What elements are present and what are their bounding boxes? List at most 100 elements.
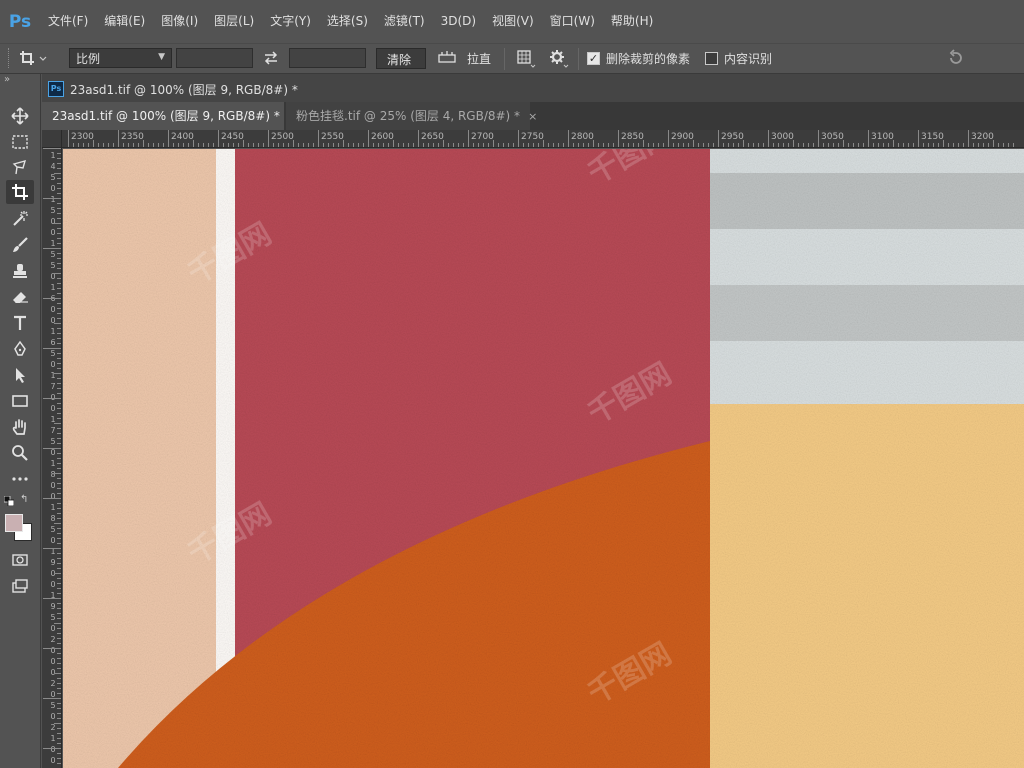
document-canvas[interactable]: 千图网 千图网 千图网 千图网 千图网 <box>63 149 1024 768</box>
move-tool-icon[interactable] <box>6 104 34 128</box>
menu-image[interactable]: 图像(I) <box>153 0 206 43</box>
ruler-minor-tick <box>57 458 61 459</box>
ruler-minor-tick <box>43 298 61 299</box>
zoom-tool-icon[interactable] <box>6 441 34 465</box>
ruler-minor-tick <box>103 143 104 147</box>
ruler-label: 0 <box>50 404 56 413</box>
menu-help[interactable]: 帮助(H) <box>603 0 661 43</box>
ruler-minor-tick <box>588 143 589 147</box>
ruler-minor-tick <box>648 143 649 147</box>
width-field[interactable] <box>176 48 253 68</box>
swap-icon[interactable] <box>262 47 280 75</box>
stamp-icon[interactable] <box>6 259 34 283</box>
straighten-label[interactable]: 拉直 <box>467 48 491 70</box>
screen-mode-icon[interactable] <box>6 574 34 598</box>
ruler-minor-tick <box>733 143 734 147</box>
ruler-minor-tick <box>57 353 61 354</box>
ruler-minor-tick <box>888 143 889 147</box>
ruler-minor-tick <box>813 143 814 147</box>
gear-icon[interactable] <box>548 47 570 75</box>
ruler-minor-tick <box>57 758 61 759</box>
ruler-minor-tick <box>473 143 474 147</box>
default-colors-icon[interactable] <box>3 495 15 507</box>
ruler-minor-tick <box>57 408 61 409</box>
ruler-origin[interactable] <box>42 130 62 148</box>
vertical-ruler[interactable]: 1450150015501600165017001750180018501900… <box>42 148 62 768</box>
tab-pink-tapestry[interactable]: 粉色挂毯.tif @ 25% (图层 4, RGB/8#) * × <box>286 102 537 130</box>
quick-mask-icon[interactable] <box>6 548 34 572</box>
ratio-select[interactable]: 比例 ▼ <box>69 48 172 68</box>
menu-type[interactable]: 文字(Y) <box>262 0 319 43</box>
ruler-minor-tick <box>553 143 554 147</box>
menu-edit[interactable]: 编辑(E) <box>96 0 153 43</box>
rectangle-tool-icon[interactable] <box>6 389 34 413</box>
ruler-minor-tick <box>57 233 61 234</box>
ruler-minor-tick <box>158 143 159 147</box>
ruler-minor-tick <box>248 143 249 147</box>
ruler-label: 2 <box>50 635 56 644</box>
straighten-icon[interactable] <box>437 47 457 75</box>
menu-view[interactable]: 视图(V) <box>484 0 542 43</box>
ruler-minor-tick <box>57 618 61 619</box>
ruler-minor-tick <box>57 278 61 279</box>
tab-23asd1[interactable]: 23asd1.tif @ 100% (图层 9, RGB/8#) *× <box>42 102 297 130</box>
ruler-minor-tick <box>593 140 594 147</box>
crop-tool-icon[interactable] <box>6 180 34 204</box>
delete-cropped-label[interactable]: 删除裁剪的像素 <box>606 48 690 70</box>
ruler-minor-tick <box>57 333 61 334</box>
crop-overlay-icon[interactable] <box>514 47 536 75</box>
foreground-color-swatch[interactable] <box>5 514 23 532</box>
ruler-minor-tick <box>933 143 934 147</box>
ruler-minor-tick <box>928 143 929 147</box>
ruler-minor-tick <box>57 178 61 179</box>
ruler-minor-tick <box>603 143 604 147</box>
collapse-panel-icon[interactable]: » <box>4 74 10 85</box>
clear-button[interactable]: 清除 <box>376 48 426 69</box>
hand-tool-icon[interactable] <box>6 415 34 439</box>
ruler-minor-tick <box>57 483 61 484</box>
ruler-minor-tick <box>57 153 61 154</box>
menu-select[interactable]: 选择(S) <box>319 0 376 43</box>
tab-label: 23asd1.tif @ 100% (图层 9, RGB/8#) * <box>52 109 280 123</box>
content-aware-label[interactable]: 内容识别 <box>724 48 772 70</box>
height-field[interactable] <box>289 48 366 68</box>
ruler-minor-tick <box>688 143 689 147</box>
crop-preset-icon[interactable] <box>18 47 48 75</box>
ruler-minor-tick <box>628 143 629 147</box>
options-grip[interactable] <box>8 48 11 68</box>
ruler-minor-tick <box>538 143 539 147</box>
menu-window[interactable]: 窗口(W) <box>542 0 603 43</box>
ruler-minor-tick <box>43 398 61 399</box>
ruler-minor-tick <box>57 568 61 569</box>
ruler-minor-tick <box>57 203 61 204</box>
marquee-tool-icon[interactable] <box>6 130 34 154</box>
menu-layer[interactable]: 图层(L) <box>206 0 262 43</box>
magic-wand-icon[interactable] <box>6 207 34 231</box>
horizontal-ruler[interactable]: 2300 2350 2400 2450 2500 2550 2600 2650 2700 2750… <box>62 130 1024 148</box>
ruler-minor-tick <box>683 143 684 147</box>
ruler-label: 2700 <box>471 132 494 142</box>
ruler-label: 0 <box>50 657 56 666</box>
ruler-minor-tick <box>57 743 61 744</box>
path-select-icon[interactable] <box>6 363 34 387</box>
reset-icon[interactable] <box>946 47 966 75</box>
delete-cropped-checkbox[interactable]: ✓ <box>587 52 600 65</box>
pen-tool-icon[interactable] <box>6 337 34 361</box>
menu-3d[interactable]: 3D(D) <box>433 0 484 43</box>
ruler-minor-tick <box>54 223 61 224</box>
menu-file[interactable]: 文件(F) <box>40 0 96 43</box>
ruler-minor-tick <box>403 143 404 147</box>
lasso-tool-icon[interactable] <box>6 156 34 180</box>
brush-icon[interactable] <box>6 233 34 257</box>
type-tool-icon[interactable] <box>6 311 34 335</box>
ruler-minor-tick <box>57 668 61 669</box>
menu-filter[interactable]: 滤镜(T) <box>376 0 433 43</box>
close-icon[interactable]: × <box>528 110 537 123</box>
ruler-minor-tick <box>57 303 61 304</box>
ruler-label: 5 <box>50 525 56 534</box>
ruler-tick <box>518 130 519 147</box>
swap-colors-icon[interactable]: ↰ <box>20 494 28 505</box>
content-aware-checkbox[interactable] <box>705 52 718 65</box>
eraser-icon[interactable] <box>6 285 34 309</box>
more-tools-icon[interactable] <box>6 467 34 491</box>
